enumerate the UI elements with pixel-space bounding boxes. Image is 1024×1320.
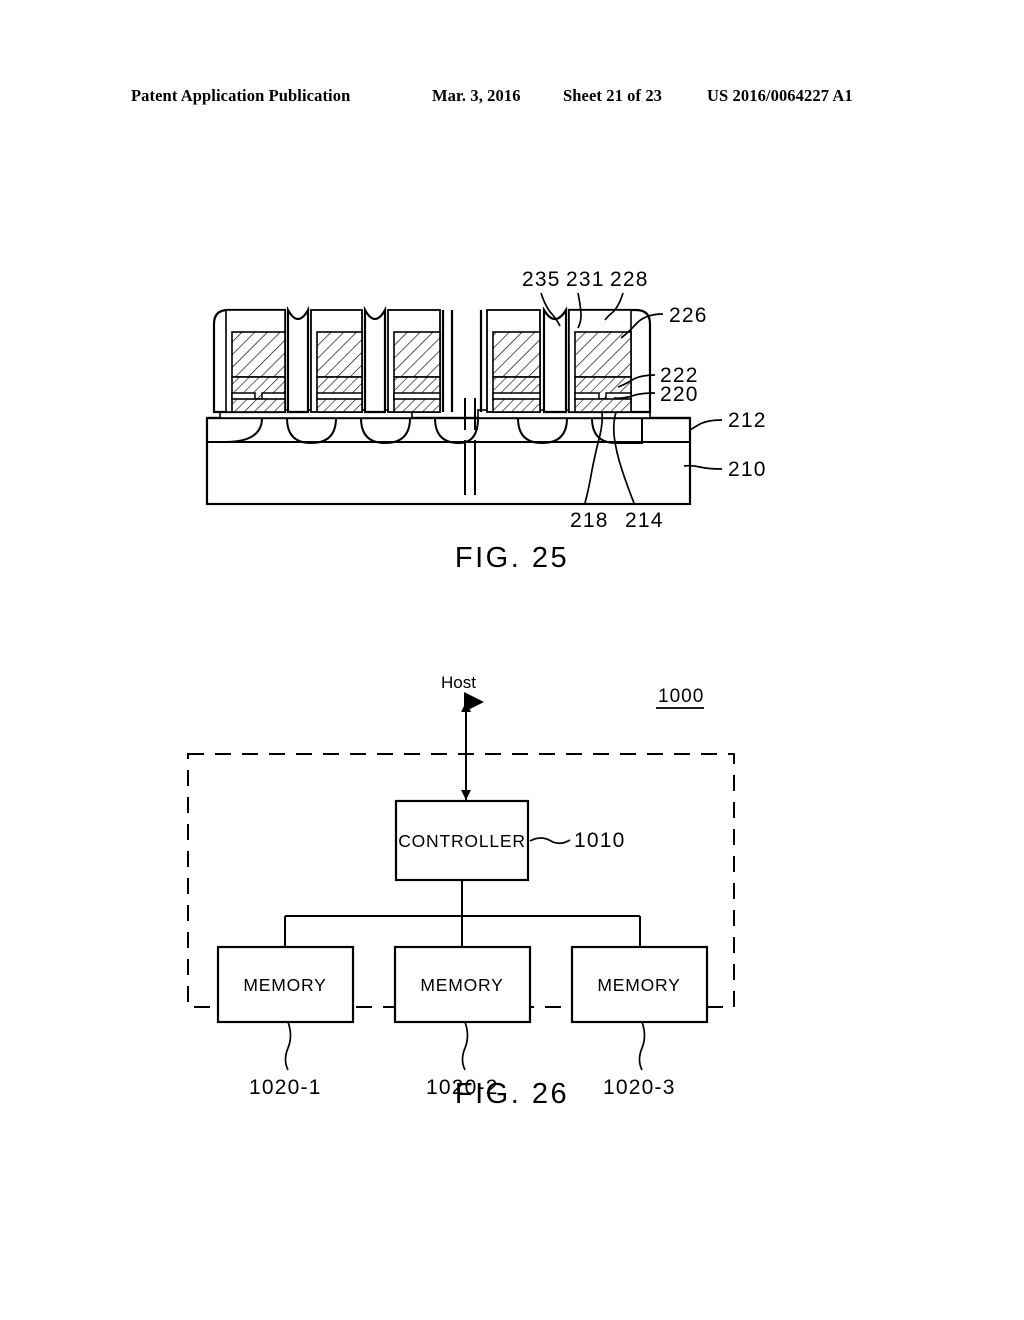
- header-patent-number: US 2016/0064227 A1: [707, 86, 853, 105]
- leader-1010: [529, 837, 571, 845]
- ref-235: 235: [522, 268, 561, 291]
- gate-stack-1: [212, 308, 287, 414]
- memory-label-2: MEMORY: [420, 975, 503, 995]
- spacer-pillar-a: [286, 305, 310, 414]
- gate-stack-5: [567, 308, 652, 414]
- leader-1020-2: [461, 1021, 469, 1071]
- leader-212: [689, 419, 723, 431]
- host-label: Host: [441, 673, 476, 692]
- header-publication-text: Patent Application Publication: [131, 86, 351, 105]
- stack2-layer-226: [316, 331, 363, 378]
- system-numeral: 1000: [658, 686, 704, 707]
- stack3-layer-226: [393, 331, 441, 378]
- host-arrow: [461, 692, 484, 800]
- ref-226: 226: [669, 304, 708, 327]
- host-arrow-head-down: [461, 790, 471, 800]
- figure-26-drawing: Host 1000 CONTROLLER 1010 MEMORY MEMORY …: [187, 673, 735, 1099]
- leader-1020-1: [284, 1021, 292, 1071]
- substrate-group: [205, 416, 692, 506]
- header-sheet-text: Sheet 21 of 23: [563, 86, 663, 105]
- ref-210: 210: [728, 458, 767, 481]
- leader-1020-3: [638, 1021, 646, 1071]
- gate-stack-4: [479, 309, 541, 413]
- stack2-layer-218: [316, 398, 363, 413]
- memory-bus: [284, 880, 641, 947]
- ref-1010: 1010: [574, 829, 626, 852]
- stack4-layer-226: [492, 331, 541, 378]
- memory-blocks: MEMORY MEMORY MEMORY: [216, 945, 709, 1024]
- memory-label-3: MEMORY: [597, 975, 680, 995]
- stack5-layer-226: [574, 331, 632, 378]
- figure-25-drawing: 235 231 228 226 222 220 212 210 218 214: [205, 268, 767, 532]
- substrate-body: [205, 416, 692, 506]
- stack3-layer-218: [393, 398, 441, 413]
- gate-stack-3: [387, 309, 441, 413]
- spacer-pillar-c: [542, 306, 568, 414]
- gate-stack-2: [310, 309, 363, 413]
- stack5-layer-218: [574, 398, 632, 413]
- figure-25-caption: FIG. 25: [454, 542, 570, 574]
- controller-label: CONTROLLER: [398, 831, 526, 851]
- spacer-pillar-b: [363, 305, 387, 414]
- ref-214: 214: [625, 509, 664, 532]
- stack4-layer-218: [492, 398, 541, 413]
- figure-26-caption: FIG. 26: [454, 1078, 570, 1110]
- ref-220: 220: [660, 383, 699, 406]
- figure-25: 235 231 228 226 222 220 212 210 218 214 …: [0, 230, 1024, 590]
- memory-label-1: MEMORY: [243, 975, 326, 995]
- stack1-layer-218: [231, 398, 286, 413]
- controller-block: CONTROLLER 1010: [394, 799, 626, 882]
- page-header: Patent Application Publication Mar. 3, 2…: [0, 86, 1024, 112]
- ref-231: 231: [566, 268, 605, 291]
- ref-228: 228: [610, 268, 649, 291]
- stack1-layer-226: [231, 331, 286, 378]
- ref-212: 212: [728, 409, 767, 432]
- host-arrow-head-up: [461, 702, 471, 712]
- memory-callouts: [284, 1021, 646, 1071]
- figure-26: Host 1000 CONTROLLER 1010 MEMORY MEMORY …: [0, 660, 1024, 1130]
- header-date-text: Mar. 3, 2016: [432, 86, 521, 105]
- ref-218: 218: [570, 509, 609, 532]
